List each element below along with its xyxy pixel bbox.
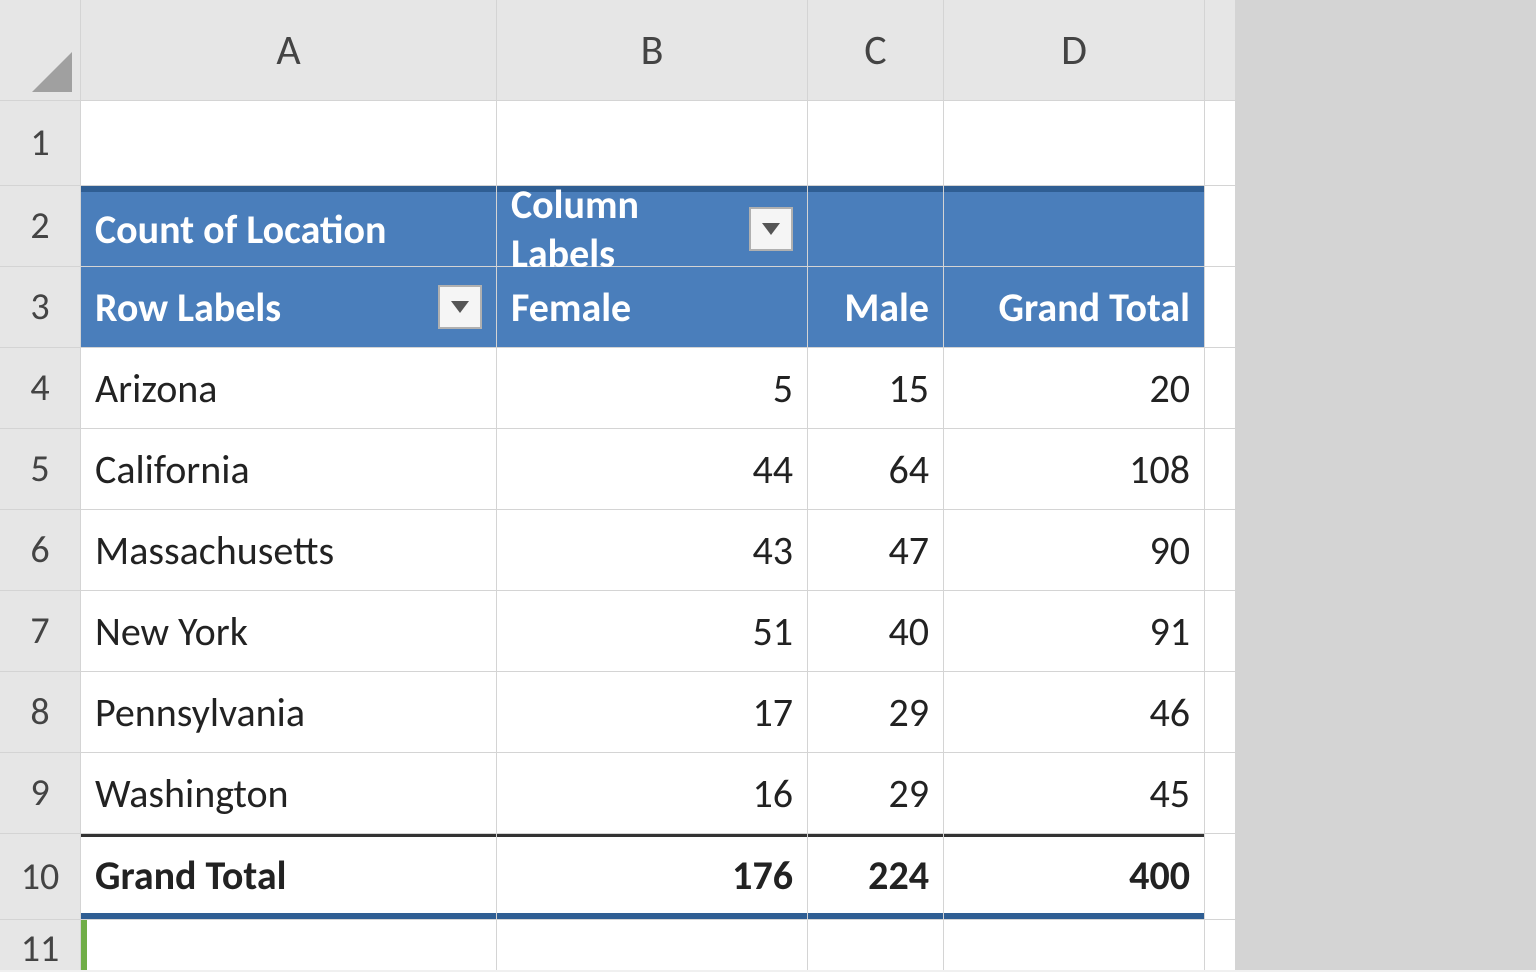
grand-total-total[interactable]: 400	[944, 834, 1204, 919]
row-header-9[interactable]: 9	[0, 753, 80, 833]
cell-c2[interactable]	[808, 186, 943, 266]
chevron-down-icon	[760, 220, 782, 238]
col-header-d[interactable]: D	[944, 0, 1204, 100]
cell-stub-9	[1205, 753, 1235, 833]
col-header-c[interactable]: C	[808, 0, 943, 100]
value-arizona-female[interactable]: 5	[497, 348, 807, 428]
value-arizona-total[interactable]: 20	[944, 348, 1204, 428]
row-header-11[interactable]: 11	[0, 920, 80, 970]
col-header-a[interactable]: A	[81, 0, 496, 100]
row-label-newyork[interactable]: New York	[81, 591, 496, 671]
value-pennsylvania-female[interactable]: 17	[497, 672, 807, 752]
cell-d1[interactable]	[944, 101, 1204, 185]
cell-a11[interactable]	[81, 920, 496, 970]
spreadsheet-grid: A B C D 1 2 Count of Location Column Lab…	[0, 0, 1536, 970]
column-filter-button[interactable]	[749, 207, 793, 251]
cell-d2[interactable]	[944, 186, 1204, 266]
value-washington-total[interactable]: 45	[944, 753, 1204, 833]
row-label-washington[interactable]: Washington	[81, 753, 496, 833]
col-field-female[interactable]: Female	[497, 267, 807, 347]
row-label-pennsylvania[interactable]: Pennsylvania	[81, 672, 496, 752]
value-washington-female[interactable]: 16	[497, 753, 807, 833]
row-header-4[interactable]: 4	[0, 348, 80, 428]
value-washington-male[interactable]: 29	[808, 753, 943, 833]
cell-stub-6	[1205, 510, 1235, 590]
value-california-male[interactable]: 64	[808, 429, 943, 509]
col-field-grandtotal[interactable]: Grand Total	[944, 267, 1204, 347]
value-california-total[interactable]: 108	[944, 429, 1204, 509]
pivot-column-labels-text: Column Labels	[511, 180, 735, 278]
col-header-b[interactable]: B	[497, 0, 807, 100]
pivot-measure-text: Count of Location	[95, 205, 386, 254]
value-pennsylvania-total[interactable]: 46	[944, 672, 1204, 752]
value-massachusetts-male[interactable]: 47	[808, 510, 943, 590]
chevron-down-icon	[449, 298, 471, 316]
row-filter-button[interactable]	[438, 285, 482, 329]
pivot-column-labels-cell[interactable]: Column Labels	[497, 186, 807, 266]
row-header-1[interactable]: 1	[0, 101, 80, 185]
cell-stub-11	[1205, 920, 1235, 970]
cell-d11[interactable]	[944, 920, 1204, 970]
cell-b1[interactable]	[497, 101, 807, 185]
value-arizona-male[interactable]: 15	[808, 348, 943, 428]
row-header-5[interactable]: 5	[0, 429, 80, 509]
cell-a1[interactable]	[81, 101, 496, 185]
cell-stub-5	[1205, 429, 1235, 509]
row-header-7[interactable]: 7	[0, 591, 80, 671]
grand-total-male[interactable]: 224	[808, 834, 943, 919]
row-label-arizona[interactable]: Arizona	[81, 348, 496, 428]
value-newyork-total[interactable]: 91	[944, 591, 1204, 671]
row-label-massachusetts[interactable]: Massachusetts	[81, 510, 496, 590]
cell-c11[interactable]	[808, 920, 943, 970]
grand-total-label[interactable]: Grand Total	[81, 834, 496, 919]
cell-c1[interactable]	[808, 101, 943, 185]
pivot-row-labels-text: Row Labels	[95, 283, 281, 332]
pivot-measure-label[interactable]: Count of Location	[81, 186, 496, 266]
cell-stub-2	[1205, 186, 1235, 266]
value-pennsylvania-male[interactable]: 29	[808, 672, 943, 752]
value-newyork-male[interactable]: 40	[808, 591, 943, 671]
row-header-2[interactable]: 2	[0, 186, 80, 266]
pivot-row-labels-cell[interactable]: Row Labels	[81, 267, 496, 347]
value-california-female[interactable]: 44	[497, 429, 807, 509]
cell-stub-7	[1205, 591, 1235, 671]
cell-stub-3	[1205, 267, 1235, 347]
value-newyork-female[interactable]: 51	[497, 591, 807, 671]
cell-b11[interactable]	[497, 920, 807, 970]
value-massachusetts-female[interactable]: 43	[497, 510, 807, 590]
row-label-california[interactable]: California	[81, 429, 496, 509]
value-massachusetts-total[interactable]: 90	[944, 510, 1204, 590]
cell-stub-1	[1205, 101, 1235, 185]
select-all-corner[interactable]	[0, 0, 80, 100]
row-header-3[interactable]: 3	[0, 267, 80, 347]
cell-stub-4	[1205, 348, 1235, 428]
cell-stub-8	[1205, 672, 1235, 752]
row-header-10[interactable]: 10	[0, 834, 80, 919]
col-field-male[interactable]: Male	[808, 267, 943, 347]
row-header-6[interactable]: 6	[0, 510, 80, 590]
row-header-8[interactable]: 8	[0, 672, 80, 752]
cell-stub-10	[1205, 834, 1235, 919]
grand-total-female[interactable]: 176	[497, 834, 807, 919]
col-header-stub	[1205, 0, 1235, 100]
